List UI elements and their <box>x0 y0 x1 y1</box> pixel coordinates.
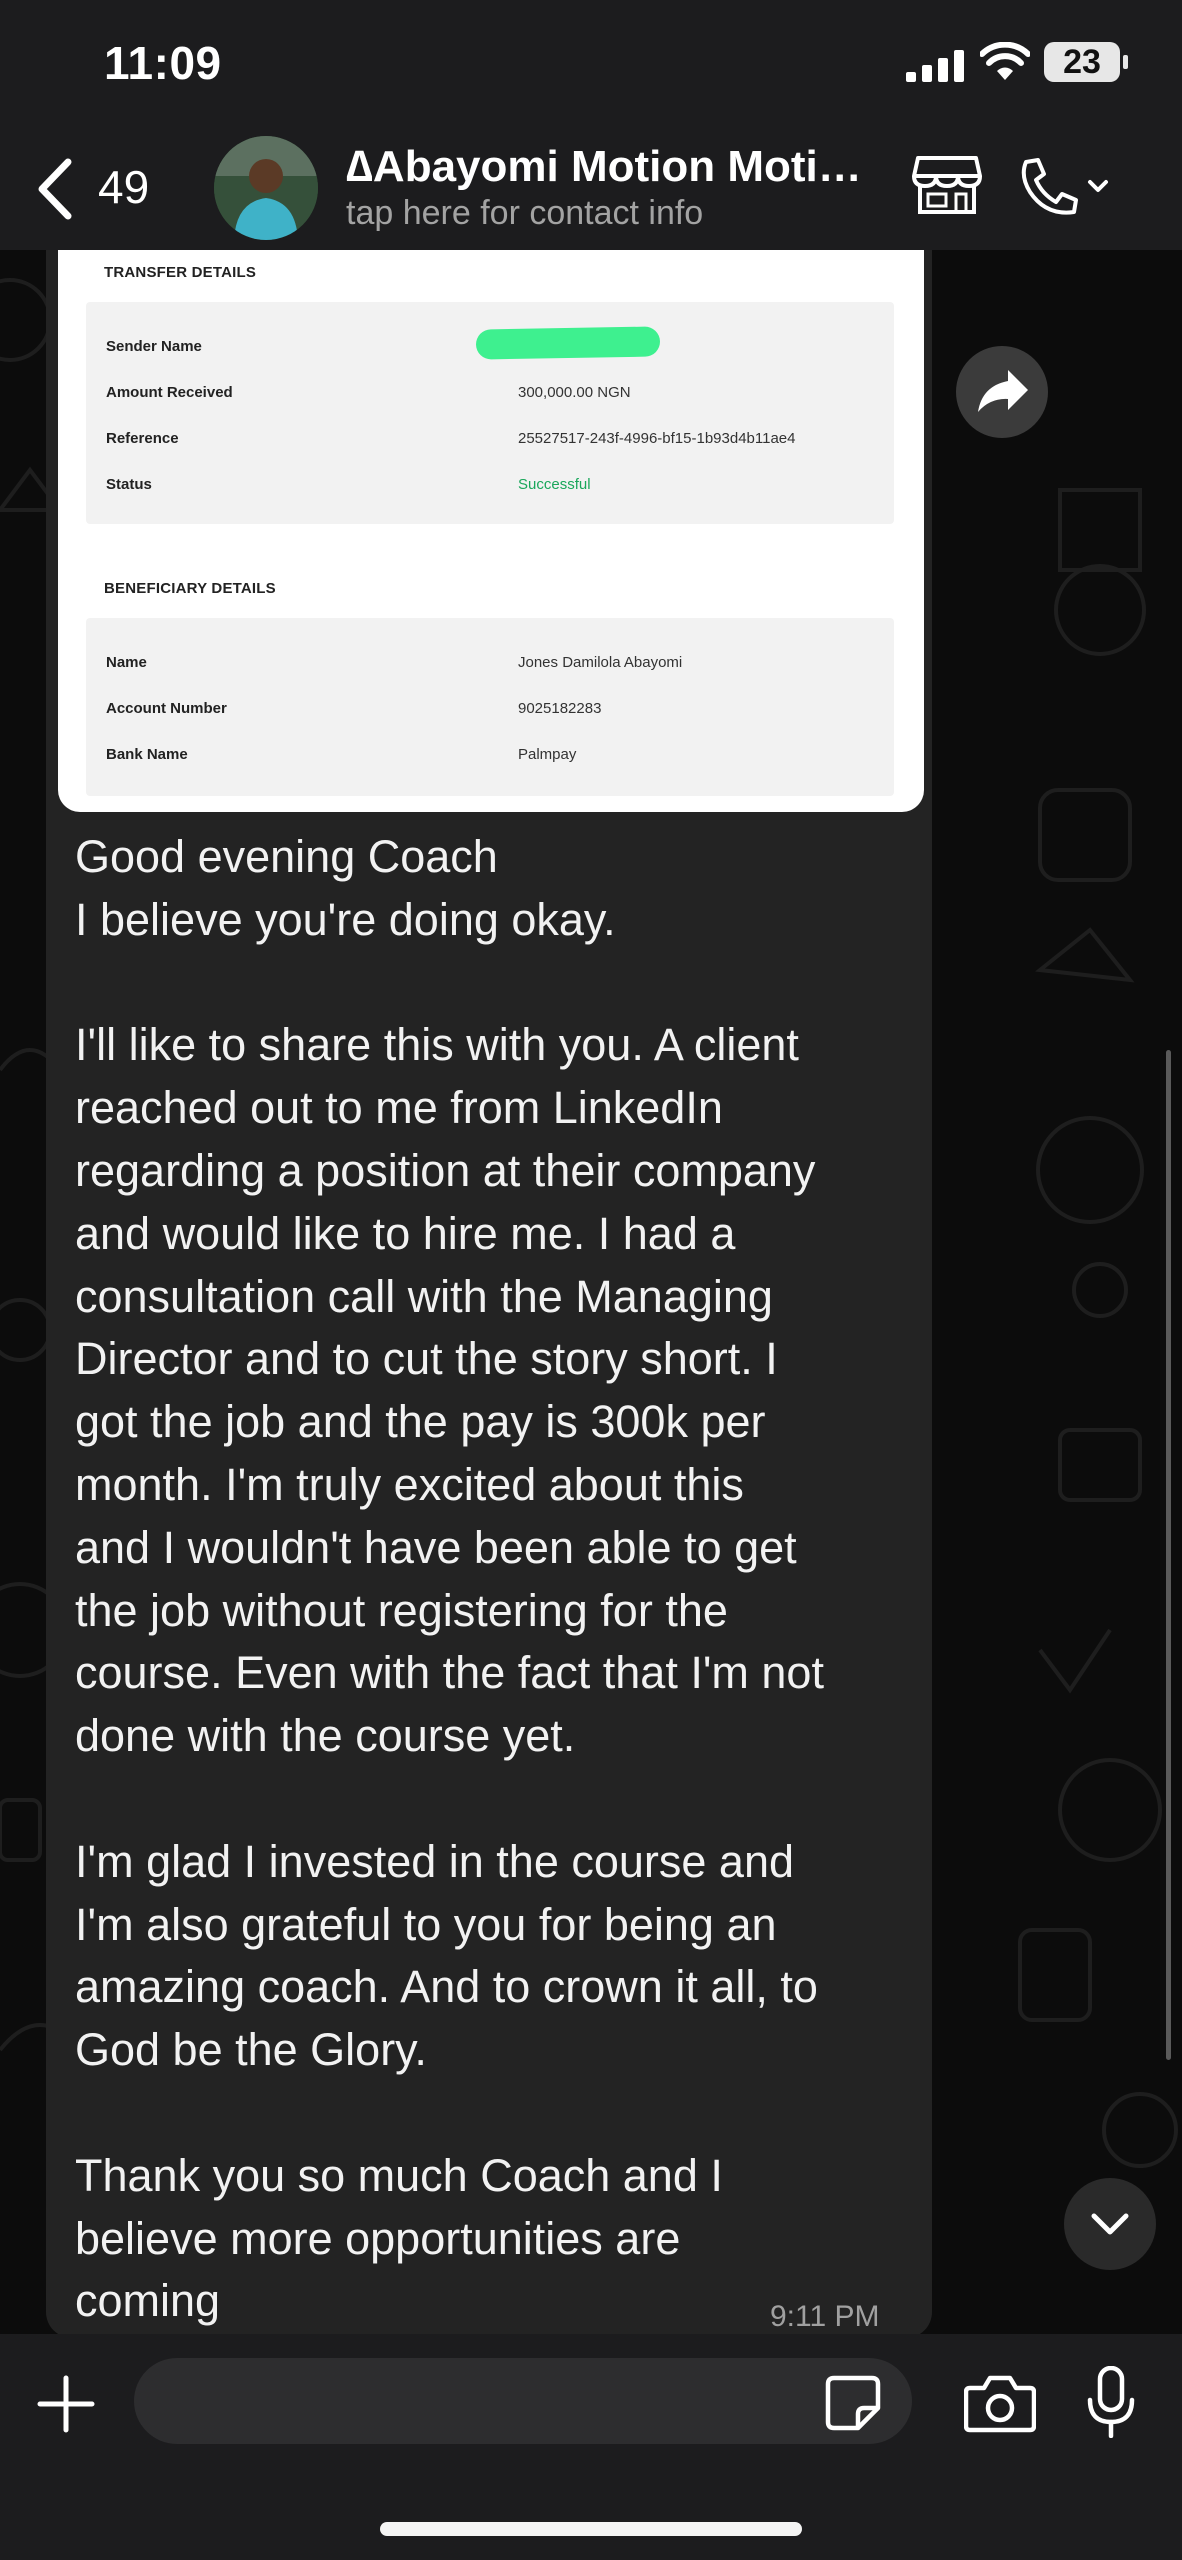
row-label: Bank Name <box>106 746 188 763</box>
unread-count[interactable]: 49 <box>98 160 149 214</box>
cellular-signal-icon <box>906 50 964 82</box>
receipt-row: Status Successful <box>106 476 876 506</box>
message-input[interactable] <box>134 2358 912 2444</box>
wifi-icon <box>980 42 1030 80</box>
row-label: Sender Name <box>106 338 202 355</box>
mic-icon[interactable] <box>1086 2366 1136 2438</box>
row-value: 300,000.00 NGN <box>518 384 631 401</box>
row-label: Reference <box>106 430 179 447</box>
contact-name[interactable]: ∆Abayomi Motion Motion… <box>346 142 876 192</box>
message-timestamp: 9:11 PM <box>770 2300 880 2333</box>
store-icon[interactable] <box>912 154 982 216</box>
receipt-row: Name Jones Damilola Abayomi <box>106 654 876 684</box>
scrollbar[interactable] <box>1166 1050 1171 2060</box>
avatar[interactable] <box>214 136 318 240</box>
status-time: 11:09 <box>104 37 222 89</box>
forward-button[interactable] <box>956 346 1048 438</box>
row-label: Amount Received <box>106 384 233 401</box>
row-label: Account Number <box>106 700 227 717</box>
contact-info-hint[interactable]: tap here for contact info <box>346 194 703 233</box>
row-value: Palmpay <box>518 746 577 763</box>
row-label: Status <box>106 476 152 493</box>
redaction-mark <box>475 326 661 360</box>
forward-icon <box>978 370 1028 412</box>
battery-indicator: 23 <box>1044 42 1128 82</box>
phone-icon[interactable] <box>1016 156 1116 218</box>
status-value: Successful <box>518 476 591 493</box>
sticker-icon[interactable] <box>824 2374 882 2432</box>
row-label: Name <box>106 654 147 671</box>
receipt-row: Account Number 9025182283 <box>106 700 876 730</box>
receipt-row: Bank Name Palmpay <box>106 746 876 776</box>
status-bar: 11:09 23 <box>0 0 1182 132</box>
receipt-image[interactable]: TRANSFER DETAILS Sender Name Amount Rece… <box>58 250 924 812</box>
input-bar <box>0 2334 1182 2560</box>
plus-icon[interactable] <box>36 2374 96 2434</box>
camera-icon[interactable] <box>964 2374 1036 2434</box>
row-value: Jones Damilola Abayomi <box>518 654 683 671</box>
chat-header: 49 ∆Abayomi Motion Motion… tap here for … <box>0 132 1182 250</box>
beneficiary-details-box: Name Jones Damilola Abayomi Account Numb… <box>86 618 894 796</box>
beneficiary-details-heading: BENEFICIARY DETAILS <box>104 580 276 597</box>
row-value: 9025182283 <box>518 700 602 717</box>
row-value: 25527517-243f-4996-bf15-1b93d4b11ae4 <box>518 430 796 447</box>
chevron-down-icon <box>1091 2213 1129 2235</box>
back-chevron-icon[interactable] <box>30 156 80 222</box>
chevron-down-icon <box>1088 180 1108 192</box>
receipt-row: Amount Received 300,000.00 NGN <box>106 384 876 414</box>
receipt-row: Reference 25527517-243f-4996-bf15-1b93d4… <box>106 430 876 460</box>
transfer-details-heading: TRANSFER DETAILS <box>104 264 257 281</box>
home-indicator[interactable] <box>380 2522 802 2536</box>
scroll-to-bottom-button[interactable] <box>1064 2178 1156 2270</box>
chat-area[interactable]: TRANSFER DETAILS Sender Name Amount Rece… <box>0 250 1182 2334</box>
message-text: Good evening Coach I believe you're doin… <box>75 831 824 2327</box>
